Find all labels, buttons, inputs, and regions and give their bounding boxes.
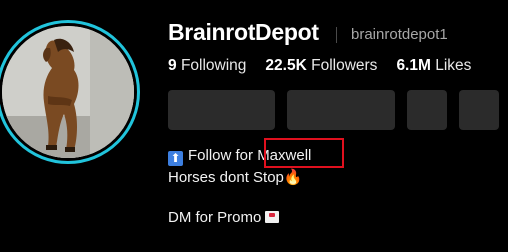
bio-horses-text: Horses dont Stop	[168, 169, 284, 186]
stat-following-label: Following	[180, 57, 247, 74]
highlight-box	[264, 138, 344, 168]
stat-following-value: 9	[168, 57, 177, 74]
bio-line-2: Horses dont Stop🔥	[168, 168, 303, 186]
username: BrainrotDepot	[168, 19, 319, 45]
stat-followers-value: 22.5K	[265, 57, 307, 74]
more-options-button[interactable]	[459, 90, 499, 130]
stat-likes-label: Likes	[435, 57, 472, 74]
stat-followers[interactable]: 22.5K Followers	[265, 57, 377, 75]
message-button[interactable]	[287, 90, 395, 130]
fire-icon: 🔥	[283, 169, 303, 186]
horse-avatar-image	[2, 26, 134, 158]
header-divider	[336, 27, 337, 43]
bio-line-3: DM for Promo	[168, 209, 280, 226]
add-friend-button[interactable]	[407, 90, 447, 130]
avatar-ring[interactable]	[0, 20, 140, 164]
stat-followers-label: Followers	[311, 57, 378, 74]
handle: brainrotdepot1	[351, 26, 448, 43]
stat-likes[interactable]: 6.1M Likes	[396, 57, 471, 75]
follow-button[interactable]	[168, 90, 275, 130]
envelope-icon	[265, 211, 280, 223]
stat-following[interactable]: 9 Following	[168, 57, 246, 75]
avatar[interactable]	[2, 26, 134, 158]
bio-dm-promo: DM for Promo	[168, 209, 262, 226]
stat-likes-value: 6.1M	[396, 57, 431, 74]
profile-page: BrainrotDepot brainrotdepot1 9 Following…	[0, 0, 508, 252]
profile-stats: 9 Following 22.5K Followers 6.1M Likes	[168, 57, 471, 75]
bio-follow-for: Follow for	[188, 147, 258, 164]
up-arrow-icon: ⬆	[168, 151, 183, 166]
